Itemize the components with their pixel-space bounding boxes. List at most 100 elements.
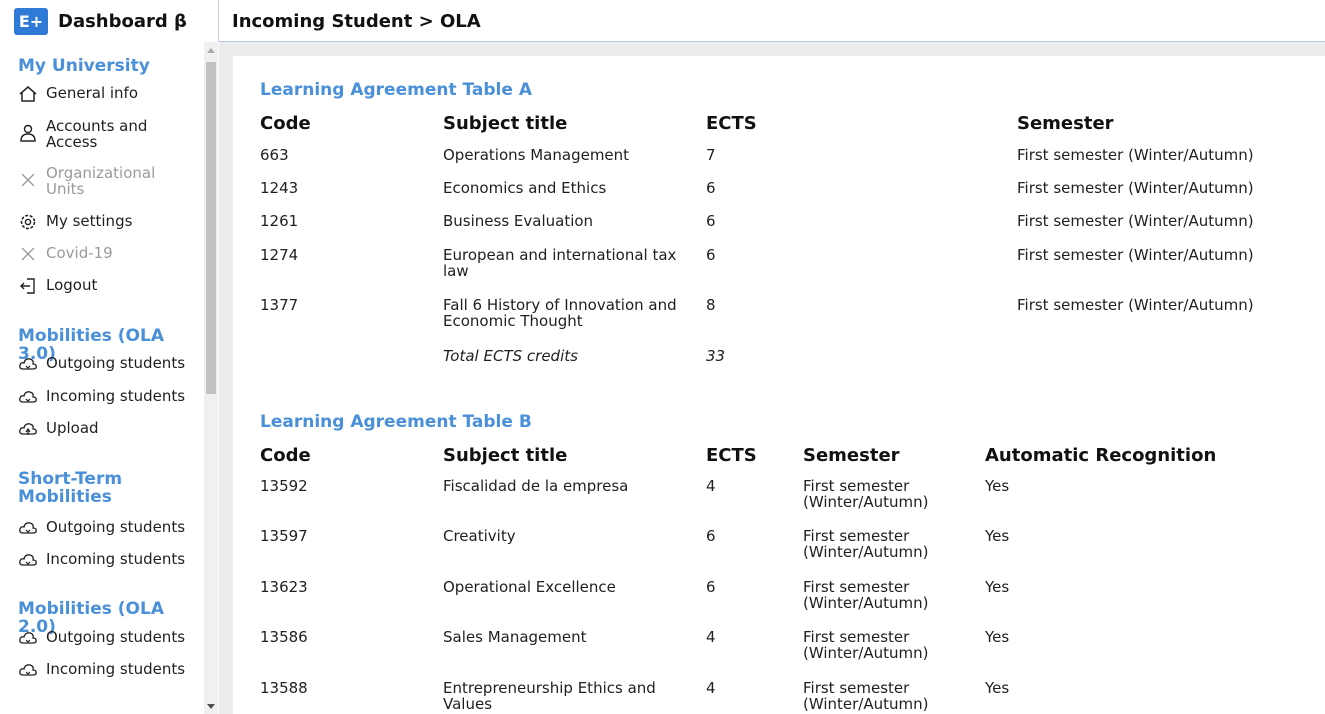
table-b-recognition: Yes xyxy=(985,578,1010,596)
sidebar-item-short-incoming[interactable]: Incoming students xyxy=(18,551,185,569)
table-b-semester: First semester (Winter/Autumn) xyxy=(803,628,929,662)
sidebar-item-covid-19[interactable]: Covid-19 xyxy=(18,245,113,263)
table-b-recognition: Yes xyxy=(985,679,1010,697)
sidebar-item-label: General info xyxy=(46,84,139,102)
sidebar-item-label: Outgoing students xyxy=(46,518,186,536)
table-a-total-label: Total ECTS credits xyxy=(443,347,578,365)
sidebar-item-ola3-outgoing[interactable]: Outgoing students xyxy=(18,355,185,373)
sidebar-item-general-info[interactable]: General info xyxy=(18,85,138,103)
scroll-down-arrow-icon[interactable] xyxy=(207,704,215,709)
user-icon xyxy=(18,124,38,142)
top-bar: E+ Dashboard β Incoming Student > OLA xyxy=(0,0,1325,42)
content-card: Learning Agreement Table A Code Subject … xyxy=(233,56,1325,714)
table-b-code: 13586 xyxy=(260,628,308,646)
cloud-icon xyxy=(18,551,38,569)
table-b-ects: 6 xyxy=(706,578,716,596)
cloud-icon xyxy=(18,388,38,406)
table-a-ects: 6 xyxy=(706,179,716,197)
table-b-recognition: Yes xyxy=(985,527,1010,545)
table-a-ects: 6 xyxy=(706,212,716,230)
sidebar-item-label: Outgoing students xyxy=(46,354,186,372)
main-panel: Learning Agreement Table A Code Subject … xyxy=(219,42,1325,714)
table-a-semester: First semester (Winter/Autumn) xyxy=(1017,212,1254,230)
table-a-title: Learning Agreement Table A xyxy=(260,80,532,100)
sidebar-item-label: Accounts and Access xyxy=(46,117,148,151)
table-a-total-value: 33 xyxy=(706,347,726,365)
table-a-semester: First semester (Winter/Autumn) xyxy=(1017,246,1254,264)
cloud-icon xyxy=(18,355,38,373)
sidebar-item-label: Outgoing students xyxy=(46,628,186,646)
table-b-ects: 4 xyxy=(706,679,716,697)
sidebar-item-logout[interactable]: Logout xyxy=(18,277,97,295)
table-a-ects: 8 xyxy=(706,296,716,314)
table-b-semester: First semester (Winter/Autumn) xyxy=(803,477,929,511)
sidebar-item-short-outgoing[interactable]: Outgoing students xyxy=(18,519,185,537)
table-b-subject: Operational Excellence xyxy=(443,578,616,596)
home-icon xyxy=(18,85,38,103)
close-icon xyxy=(18,245,38,263)
table-a-code: 1274 xyxy=(260,246,299,264)
table-a-header-code: Code xyxy=(260,113,311,134)
table-a-code: 1377 xyxy=(260,296,299,314)
breadcrumb: Incoming Student > OLA xyxy=(232,10,481,32)
table-a-ects: 6 xyxy=(706,246,716,264)
table-a-ects: 7 xyxy=(706,146,716,164)
table-b-header-semester: Semester xyxy=(803,445,900,466)
table-b-semester: First semester (Winter/Autumn) xyxy=(803,679,929,713)
brand[interactable]: E+ Dashboard β xyxy=(0,0,206,42)
table-b-ects: 4 xyxy=(706,477,716,495)
sidebar-item-ola3-upload[interactable]: Upload xyxy=(18,420,99,438)
table-b-header-subject: Subject title xyxy=(443,445,568,466)
table-b-ects: 4 xyxy=(706,628,716,646)
table-a-subject: Operations Management xyxy=(443,146,630,164)
table-b-subject: Fiscalidad de la empresa xyxy=(443,477,629,495)
header-divider xyxy=(218,0,219,42)
app-logo: E+ xyxy=(14,7,48,35)
sidebar-item-label: Covid-19 xyxy=(46,244,113,262)
sidebar-item-label: Incoming students xyxy=(46,660,186,678)
sidebar-item-label: My settings xyxy=(46,212,133,230)
table-a-header-semester: Semester xyxy=(1017,113,1114,134)
table-a-semester: First semester (Winter/Autumn) xyxy=(1017,146,1254,164)
sidebar-scrollbar[interactable] xyxy=(204,42,218,714)
scroll-up-arrow-icon[interactable] xyxy=(207,48,215,53)
section-short-term: Short-Term Mobilities xyxy=(18,469,123,507)
cloud-upload-icon xyxy=(18,420,38,438)
table-a-subject: Fall 6 History of Innovation and Economi… xyxy=(443,296,677,330)
sidebar-item-ola3-incoming[interactable]: Incoming students xyxy=(18,388,185,406)
table-b-subject: Creativity xyxy=(443,527,516,545)
sidebar-item-my-settings[interactable]: My settings xyxy=(18,213,132,231)
table-a-code: 1243 xyxy=(260,179,299,197)
app-title: Dashboard β xyxy=(58,10,187,32)
table-a-header-subject: Subject title xyxy=(443,113,568,134)
scrollbar-thumb[interactable] xyxy=(206,62,216,394)
logout-icon xyxy=(18,277,38,295)
sidebar-item-ola2-incoming[interactable]: Incoming students xyxy=(18,661,185,679)
table-b-code: 13597 xyxy=(260,527,308,545)
sidebar-item-label: Logout xyxy=(46,276,98,294)
sidebar-item-organizational-units[interactable]: Organizational Units xyxy=(18,165,171,197)
table-a-code: 663 xyxy=(260,146,289,164)
table-a-subject: Business Evaluation xyxy=(443,212,594,230)
sidebar-item-label: Incoming students xyxy=(46,550,186,568)
cloud-icon xyxy=(18,629,38,647)
table-a-semester: First semester (Winter/Autumn) xyxy=(1017,296,1254,314)
sidebar-item-label: Incoming students xyxy=(46,387,186,405)
sidebar-item-accounts-access[interactable]: Accounts and Access xyxy=(18,118,166,150)
table-a-subject: Economics and Ethics xyxy=(443,179,607,197)
table-b-recognition: Yes xyxy=(985,477,1010,495)
table-a-header-ects: ECTS xyxy=(706,113,757,134)
table-a-semester: First semester (Winter/Autumn) xyxy=(1017,179,1254,197)
cloud-icon xyxy=(18,519,38,537)
table-b-code: 13588 xyxy=(260,679,308,697)
sidebar-item-label: Organizational Units xyxy=(46,164,156,198)
table-b-title: Learning Agreement Table B xyxy=(260,412,532,432)
table-a-subject: European and international tax law xyxy=(443,246,677,280)
sidebar-item-ola2-outgoing[interactable]: Outgoing students xyxy=(18,629,185,647)
cloud-icon xyxy=(18,661,38,679)
table-b-semester: First semester (Winter/Autumn) xyxy=(803,578,929,612)
gear-icon xyxy=(18,213,38,231)
table-b-subject: Sales Management xyxy=(443,628,587,646)
table-b-header-ects: ECTS xyxy=(706,445,757,466)
table-b-semester: First semester (Winter/Autumn) xyxy=(803,527,929,561)
